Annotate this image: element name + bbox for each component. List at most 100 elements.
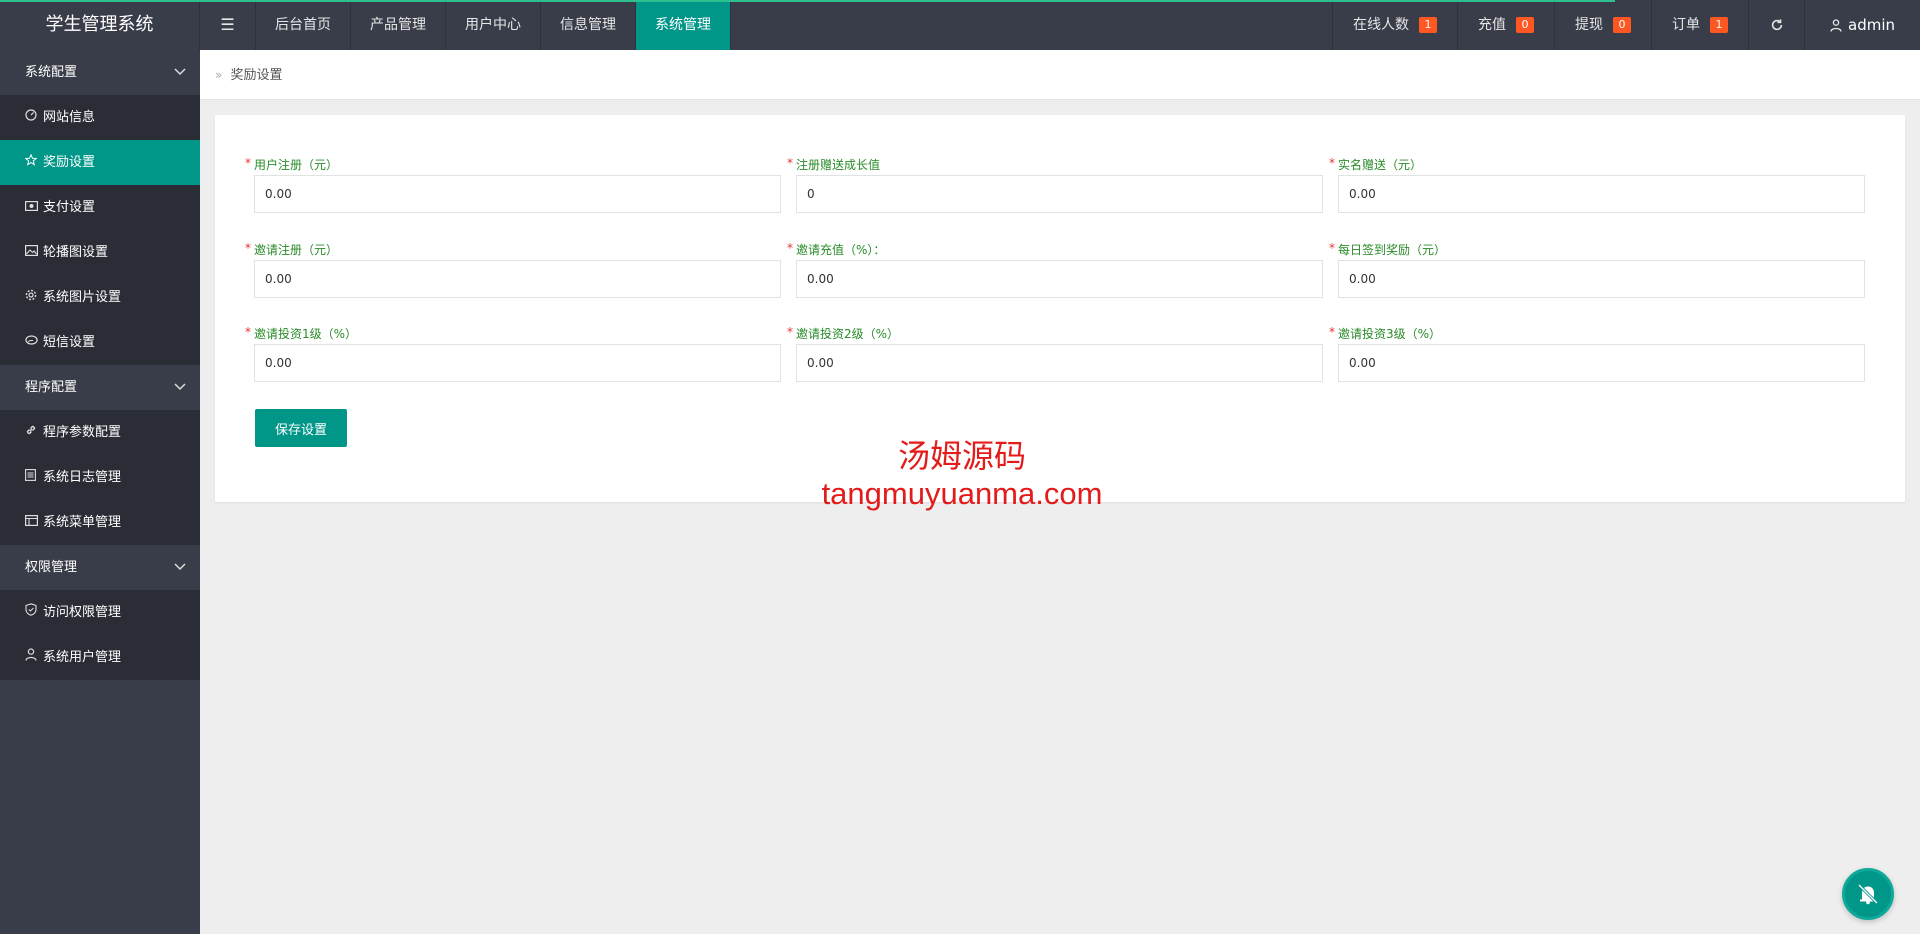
user-icon [1830, 18, 1842, 32]
sidebar-item-system-users[interactable]: 系统用户管理 [0, 635, 200, 680]
top-nav: ☰ 后台首页 产品管理 用户中心 信息管理 系统管理 [200, 0, 731, 50]
field-label-text: 用户注册（元） [254, 158, 339, 172]
chevron-down-icon [174, 365, 186, 410]
user-register-reward-input[interactable] [254, 175, 781, 213]
field-label-text: 邀请注册（元） [254, 243, 339, 257]
sidebar-item-system-image-settings[interactable]: 系统图片设置 [0, 275, 200, 320]
form-field: * 每日签到奖励（元） [1329, 240, 1865, 298]
sidebar-group-system-config[interactable]: 系统配置 [0, 50, 200, 95]
sidebar-item-program-params[interactable]: 程序参数配置 [0, 410, 200, 455]
online-count-badge: 1 [1419, 17, 1437, 33]
money-icon [25, 185, 43, 230]
sidebar-item-carousel-settings[interactable]: 轮播图设置 [0, 230, 200, 275]
sidebar-item-label: 系统日志管理 [43, 470, 122, 485]
field-label: * 实名赠送（元） [1329, 155, 1857, 175]
sidebar-item-label: 轮播图设置 [43, 245, 109, 260]
field-label: * 注册赠送成长值 [787, 155, 1315, 175]
online-label: 在线人数 [1353, 17, 1409, 33]
sidebar-item-label: 系统图片设置 [43, 290, 122, 305]
field-label-text: 实名赠送（元） [1338, 158, 1423, 172]
sidebar-group-program-config[interactable]: 程序配置 [0, 365, 200, 410]
loading-progress-bar [0, 0, 1615, 2]
sidebar-item-sms-settings[interactable]: 短信设置 [0, 320, 200, 365]
recharge-label: 充值 [1478, 17, 1506, 33]
refresh-icon [1771, 19, 1782, 31]
nav-item-users[interactable]: 用户中心 [446, 0, 541, 50]
required-mark: * [1329, 241, 1335, 255]
sidebar-item-site-info[interactable]: 网站信息 [0, 95, 200, 140]
breadcrumb: » 奖励设置 [200, 50, 1920, 100]
orders-label: 订单 [1672, 17, 1700, 33]
withdraw-label: 提现 [1575, 17, 1603, 33]
form-field: * 邀请注册（元） [245, 240, 781, 298]
breadcrumb-current: 奖励设置 [230, 68, 283, 83]
invite-invest-level3-input[interactable] [1338, 344, 1865, 382]
sidebar-group-permissions[interactable]: 权限管理 [0, 545, 200, 590]
save-settings-button[interactable]: 保存设置 [255, 409, 347, 447]
sidebar-item-label: 系统菜单管理 [43, 515, 122, 530]
invite-register-reward-input[interactable] [254, 260, 781, 298]
field-label-text: 邀请投资3级（%） [1338, 327, 1442, 341]
sidebar-item-payment-settings[interactable]: 支付设置 [0, 185, 200, 230]
gear-icon [25, 275, 43, 320]
required-mark: * [245, 241, 251, 255]
nav-item-products[interactable]: 产品管理 [351, 0, 446, 50]
field-label: * 邀请投资2级（%） [787, 324, 1315, 344]
double-chevron-right-icon: » [215, 68, 223, 82]
required-mark: * [1329, 156, 1335, 170]
bell-off-icon [1857, 883, 1879, 905]
form-field: * 邀请投资2级（%） [787, 324, 1323, 382]
field-label: * 用户注册（元） [245, 155, 773, 175]
online-users-link[interactable]: 在线人数 1 [1332, 0, 1457, 50]
form-field: * 实名赠送（元） [1329, 155, 1865, 213]
orders-link[interactable]: 订单 1 [1651, 0, 1748, 50]
form-field: * 邀请投资3级（%） [1329, 324, 1865, 382]
field-label-text: 邀请投资2级（%） [796, 327, 900, 341]
sidebar-toggle-button[interactable]: ☰ [200, 0, 256, 50]
form-field: * 注册赠送成长值 [787, 155, 1323, 213]
chevron-down-icon [174, 50, 186, 95]
invite-invest-level1-input[interactable] [254, 344, 781, 382]
field-label: * 邀请注册（元） [245, 240, 773, 260]
app-title: 学生管理系统 [0, 0, 200, 50]
daily-signin-reward-input[interactable] [1338, 260, 1865, 298]
watermark-en: tangmuyuanma.com [821, 476, 1103, 511]
register-growth-value-input[interactable] [796, 175, 1323, 213]
field-label-text: 邀请投资1级（%） [254, 327, 358, 341]
top-header: 学生管理系统 ☰ 后台首页 产品管理 用户中心 信息管理 系统管理 在线人数 1… [0, 0, 1920, 50]
orders-count-badge: 1 [1710, 17, 1728, 33]
nav-item-home[interactable]: 后台首页 [256, 0, 351, 50]
sidebar-item-system-menus[interactable]: 系统菜单管理 [0, 500, 200, 545]
invite-invest-level2-input[interactable] [796, 344, 1323, 382]
top-nav-right: 在线人数 1 充值 0 提现 0 订单 1 admin [1332, 0, 1920, 50]
nav-item-info[interactable]: 信息管理 [541, 0, 636, 50]
invite-recharge-percent-input[interactable] [796, 260, 1323, 298]
picture-icon [25, 230, 43, 275]
sidebar-item-label: 网站信息 [43, 110, 96, 125]
recharge-link[interactable]: 充值 0 [1457, 0, 1554, 50]
link-icon [25, 410, 43, 455]
required-mark: * [787, 156, 793, 170]
chevron-down-icon [174, 545, 186, 590]
realname-reward-input[interactable] [1338, 175, 1865, 213]
watermark: 汤姆源码 tangmuyuanma.com [787, 436, 1137, 512]
refresh-button[interactable] [1748, 0, 1804, 50]
user-menu[interactable]: admin [1804, 0, 1920, 50]
withdraw-link[interactable]: 提现 0 [1554, 0, 1651, 50]
field-label: * 每日签到奖励（元） [1329, 240, 1857, 260]
field-label-text: 注册赠送成长值 [796, 158, 881, 172]
required-mark: * [245, 325, 251, 339]
dashboard-icon [25, 95, 43, 140]
star-icon [24, 140, 43, 185]
form-field: * 邀请充值（%）： [787, 240, 1323, 298]
field-label: * 邀请投资1级（%） [245, 324, 773, 344]
sidebar-item-system-logs[interactable]: 系统日志管理 [0, 455, 200, 500]
sidebar-item-access-permissions[interactable]: 访问权限管理 [0, 590, 200, 635]
nav-item-system[interactable]: 系统管理 [636, 0, 731, 50]
field-label-text: 每日签到奖励（元） [1338, 243, 1447, 257]
chat-icon [25, 320, 43, 365]
sidebar-item-label: 访问权限管理 [43, 605, 122, 620]
required-mark: * [245, 156, 251, 170]
floating-help-button[interactable] [1842, 868, 1894, 920]
sidebar-item-reward-settings[interactable]: 奖励设置 [0, 140, 200, 185]
